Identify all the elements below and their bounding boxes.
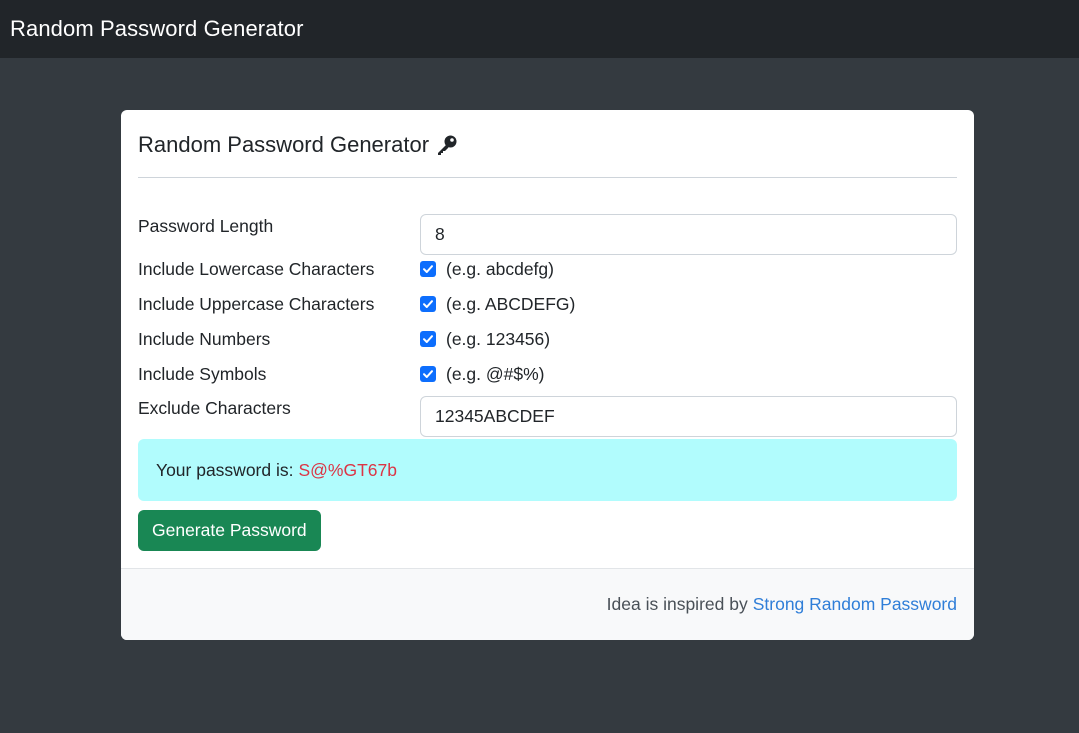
card-footer: Idea is inspired by Strong Random Passwo… <box>121 568 974 640</box>
password-form: Password Length 8 Include Lowercase Char… <box>138 178 957 578</box>
card-body: Random Password Generator Password Lengt… <box>121 110 974 578</box>
symbols-hint: (e.g. @#$%) <box>446 363 545 384</box>
password-result-alert: Your password is: S@%GT67b <box>138 439 957 501</box>
exclude-row: Exclude Characters 12345ABCDEF <box>138 396 957 437</box>
check-icon <box>423 335 433 343</box>
numbers-control: (e.g. 123456) <box>420 329 550 350</box>
key-icon <box>435 133 459 157</box>
numbers-row: Include Numbers (e.g. 123456) <box>138 327 957 351</box>
password-length-input[interactable]: 8 <box>420 214 957 255</box>
length-label: Password Length <box>138 216 274 236</box>
generator-card: Random Password Generator Password Lengt… <box>121 110 974 640</box>
symbols-row: Include Symbols (e.g. @#$%) <box>138 362 957 386</box>
generate-password-button[interactable]: Generate Password <box>138 510 321 551</box>
length-control: 8 <box>420 214 957 255</box>
lowercase-row: Include Lowercase Characters (e.g. abcde… <box>138 257 957 281</box>
top-navbar: Random Password Generator <box>0 0 1079 58</box>
lowercase-label: Include Lowercase Characters <box>138 258 375 279</box>
symbols-label: Include Symbols <box>138 363 267 384</box>
check-icon <box>423 265 433 273</box>
generated-password: S@%GT67b <box>298 459 397 480</box>
numbers-checkbox[interactable] <box>420 331 436 347</box>
uppercase-label: Include Uppercase Characters <box>138 293 375 314</box>
check-icon <box>423 300 433 308</box>
uppercase-control: (e.g. ABCDEFG) <box>420 294 575 315</box>
symbols-checkbox[interactable] <box>420 366 436 382</box>
exclude-label: Exclude Characters <box>138 398 291 418</box>
navbar-brand[interactable]: Random Password Generator <box>10 16 304 42</box>
footer-text: Idea is inspired by <box>606 594 748 614</box>
lowercase-control: (e.g. abcdefg) <box>420 259 554 280</box>
uppercase-hint: (e.g. ABCDEFG) <box>446 293 576 314</box>
numbers-label: Include Numbers <box>138 328 271 349</box>
uppercase-row: Include Uppercase Characters (e.g. ABCDE… <box>138 292 957 316</box>
card-title-text: Random Password Generator <box>138 131 430 157</box>
lowercase-hint: (e.g. abcdefg) <box>446 258 554 279</box>
numbers-hint: (e.g. 123456) <box>446 328 551 349</box>
exclude-control: 12345ABCDEF <box>420 396 957 437</box>
card-title: Random Password Generator <box>138 110 957 178</box>
uppercase-checkbox[interactable] <box>420 296 436 312</box>
symbols-control: (e.g. @#$%) <box>420 364 545 385</box>
result-prefix: Your password is: <box>156 459 294 480</box>
length-row: Password Length 8 <box>138 214 957 255</box>
lowercase-checkbox[interactable] <box>420 261 436 277</box>
strong-random-password-link[interactable]: Strong Random Password <box>753 594 957 615</box>
exclude-characters-input[interactable]: 12345ABCDEF <box>420 396 957 437</box>
check-icon <box>423 370 433 378</box>
